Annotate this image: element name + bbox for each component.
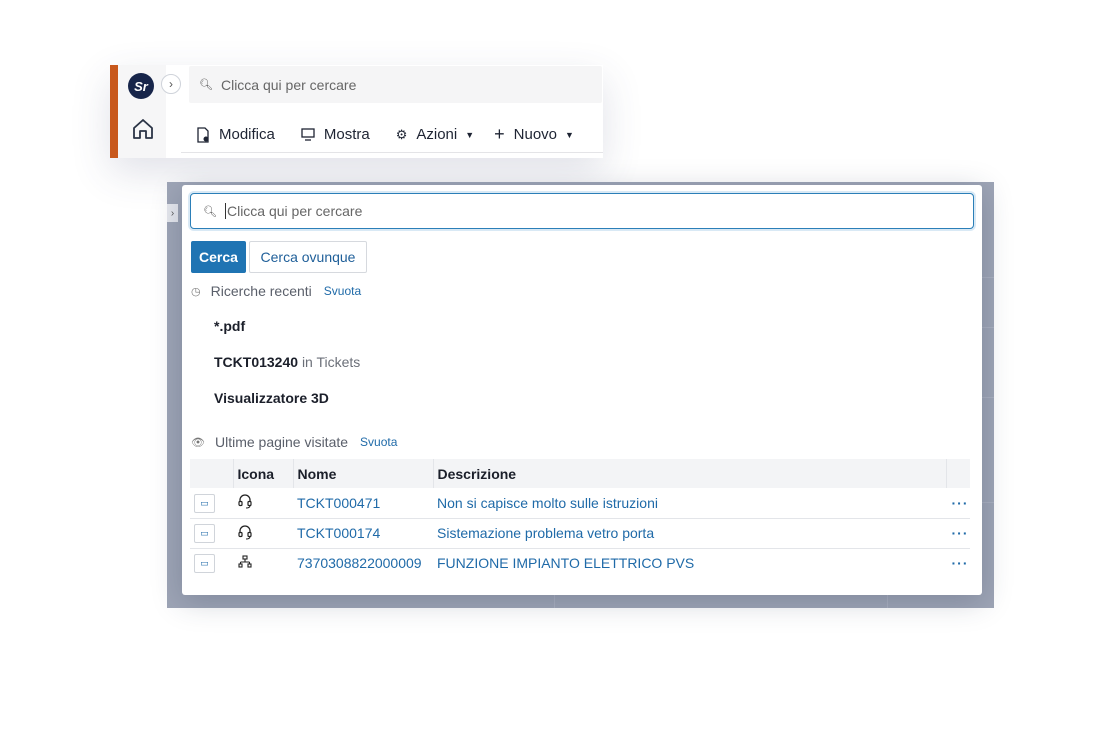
record-description[interactable]: FUNZIONE IMPIANTO ELETTRICO PVS — [433, 548, 946, 578]
modifica-label: Modifica — [219, 126, 275, 143]
mostra-button[interactable]: Mostra — [301, 121, 370, 149]
search-input-placeholder: Clicca qui per cercare — [226, 203, 363, 219]
expand-sidebar-button[interactable]: › — [161, 74, 181, 94]
clear-recent-searches-link[interactable]: Svuota — [324, 284, 361, 298]
column-header-icona[interactable]: Icona — [232, 459, 293, 488]
document-edit-icon — [197, 126, 209, 143]
headset-icon — [238, 524, 252, 540]
cerca-ovunque-button[interactable]: Cerca ovunque — [249, 241, 367, 273]
preview-record-button[interactable]: ▭ — [194, 493, 215, 513]
last-visited-header: 👁︎ Ultime pagine visitate Svuota — [191, 434, 397, 450]
recent-searches-header: ◷ Ricerche recenti Svuota — [191, 283, 361, 299]
azioni-button[interactable]: ⚙ Azioni ▼ — [396, 121, 474, 149]
plus-icon: + — [494, 124, 505, 144]
preview-record-button[interactable]: ▭ — [194, 554, 215, 574]
clock-icon: ◷ — [191, 285, 201, 298]
monitor-icon — [301, 128, 315, 141]
caret-down-icon: ▼ — [565, 129, 574, 140]
chevron-right-icon[interactable]: › — [167, 204, 178, 222]
headset-icon — [238, 494, 252, 509]
azioni-label: Azioni — [416, 126, 458, 143]
preview-record-button[interactable]: ▭ — [194, 524, 215, 543]
column-header-descrizione[interactable]: Descrizione — [432, 459, 946, 488]
cerca-button[interactable]: Cerca — [191, 241, 246, 273]
recent-search-text: Visualizzatore 3D — [214, 390, 329, 406]
toolbar: Modifica Mostra ⚙ Azioni ▼ + Nuovo ▼ — [181, 117, 603, 153]
recent-searches-title: Ricerche recenti — [210, 283, 312, 299]
mostra-label: Mostra — [323, 126, 370, 143]
recent-search-item[interactable]: TCKT013240 in Tickets — [214, 354, 360, 370]
record-name-link[interactable]: TCKT000174 — [293, 518, 433, 549]
recent-search-text: *.pdf — [214, 318, 246, 334]
app-logo-icon[interactable]: Sr — [128, 73, 154, 99]
row-actions-button[interactable]: ··· — [946, 548, 970, 578]
nuovo-label: Nuovo — [513, 126, 558, 143]
column-header-preview — [190, 459, 233, 488]
row-actions-button[interactable]: ··· — [946, 488, 970, 519]
recent-search-context: in Tickets — [301, 354, 361, 370]
table-row[interactable]: ▭ TCKT000471 Non si capisce molto sulle … — [190, 488, 970, 519]
search-icon: 🔍︎ — [199, 79, 213, 91]
column-header-actions — [945, 459, 970, 488]
record-name-link[interactable]: TCKT000471 — [293, 488, 433, 519]
header-search-input[interactable]: 🔍︎ Clicca qui per cercare — [189, 66, 602, 103]
chevron-right-icon: › — [169, 77, 173, 91]
record-name-link[interactable]: 7370308822000009 — [293, 548, 433, 578]
last-visited-table: Icona Nome Descrizione ▭ TCKT000471 Non … — [190, 459, 970, 578]
header-search-placeholder: Clicca qui per cercare — [220, 76, 357, 93]
record-description[interactable]: Non si capisce molto sulle istruzioni — [433, 488, 946, 519]
modifica-button[interactable]: Modifica — [196, 121, 275, 149]
recent-search-item[interactable]: *.pdf — [214, 318, 245, 334]
recent-search-item[interactable]: Visualizzatore 3D — [214, 390, 329, 406]
search-icon: 🔍︎ — [203, 205, 217, 218]
search-input[interactable]: 🔍︎ Clicca qui per cercare — [190, 193, 974, 229]
column-header-nome[interactable]: Nome — [292, 459, 433, 488]
record-description[interactable]: Sistemazione problema vetro porta — [433, 518, 946, 549]
home-icon[interactable] — [131, 118, 155, 140]
gear-icon: ⚙ — [395, 126, 408, 142]
recent-search-text: TCKT013240 — [214, 354, 299, 370]
last-visited-title: Ultime pagine visitate — [214, 434, 349, 450]
table-row[interactable]: ▭ TCKT000174 Sistemazione problema vetro… — [190, 518, 970, 549]
caret-down-icon: ▼ — [465, 129, 475, 140]
eye-icon: 👁︎ — [191, 436, 205, 449]
table-row[interactable]: ▭ 7370308822000009 FUNZIONE IMPIANTO ELE… — [190, 548, 970, 578]
nuovo-button[interactable]: + Nuovo ▼ — [494, 121, 574, 149]
row-actions-button[interactable]: ··· — [946, 518, 970, 549]
text-cursor — [224, 203, 226, 219]
clear-last-visited-link[interactable]: Svuota — [360, 435, 397, 449]
accent-bar — [110, 65, 118, 158]
hierarchy-icon — [238, 555, 252, 568]
